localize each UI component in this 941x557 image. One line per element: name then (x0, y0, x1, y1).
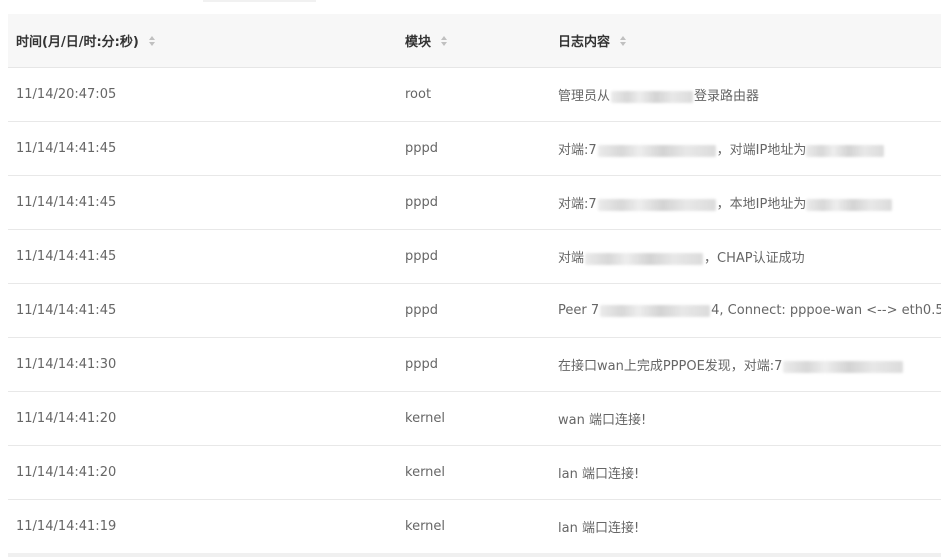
cell-time: 11/14/14:41:30 (8, 337, 397, 392)
content-text: ，本地IP地址为 (716, 197, 807, 212)
table-row: 11/14/14:41:30 pppd 在接口wan上完成PPPOE发现，对端:7 (8, 337, 941, 392)
redacted-address (783, 360, 904, 373)
table-row: 11/14/14:41:45 pppd 对端 ，CHAP认证成功 (8, 229, 941, 284)
table-header-row: 时间(月/日/时:分:秒) 模块 日志内容 (8, 14, 941, 68)
cell-module: pppd (397, 229, 550, 284)
content-text: 在接口wan上完成PPPOE发现，对端:7 (558, 359, 783, 374)
redacted-address (597, 144, 716, 157)
header-time[interactable]: 时间(月/日/时:分:秒) (8, 14, 397, 68)
cell-time: 11/14/14:41:20 (8, 445, 397, 500)
log-body: 11/14/20:47:05 root 管理员从 登录路由器 11/14/14:41:4… (8, 67, 941, 554)
cell-module: kernel (397, 499, 550, 554)
table-row: 11/14/14:41:20 kernel lan 端口连接! (8, 445, 941, 500)
table-row: 11/14/14:41:19 kernel lan 端口连接! (8, 499, 941, 554)
content-text: 对端 (558, 251, 585, 266)
cell-content: 对端 ，CHAP认证成功 (550, 229, 941, 284)
bottom-scroll-area (8, 553, 941, 557)
header-content-label: 日志内容 (558, 35, 611, 50)
content-text: ，对端IP地址为 (716, 143, 807, 158)
cell-time: 11/14/14:41:20 (8, 391, 397, 446)
header-module-label: 模块 (405, 35, 432, 50)
content-text: lan 端口连接! (558, 521, 640, 536)
header-content[interactable]: 日志内容 (550, 14, 941, 68)
redacted-address (600, 304, 711, 317)
cell-module: pppd (397, 337, 550, 392)
header-module[interactable]: 模块 (397, 14, 550, 68)
content-text: lan 端口连接! (558, 467, 640, 482)
cell-module: pppd (397, 175, 550, 230)
cell-time: 11/14/20:47:05 (8, 67, 397, 122)
redacted-address (806, 144, 885, 157)
cell-content: 对端:7 ，对端IP地址为 (550, 121, 941, 176)
cell-content: 对端:7 ，本地IP地址为 (550, 175, 941, 230)
content-text: 登录路由器 (694, 89, 760, 104)
cell-content: 管理员从 登录路由器 (550, 67, 941, 122)
redacted-address (611, 90, 694, 103)
table-row: 11/14/20:47:05 root 管理员从 登录路由器 (8, 67, 941, 122)
header-time-label: 时间(月/日/时:分:秒) (16, 35, 139, 50)
content-text: wan 端口连接! (558, 413, 647, 428)
cell-time: 11/14/14:41:45 (8, 229, 397, 284)
cell-module: pppd (397, 283, 550, 338)
cell-module: kernel (397, 445, 550, 500)
table-row: 11/14/14:41:45 pppd 对端:7 ，本地IP地址为 (8, 175, 941, 230)
top-tab-indicator (203, 0, 316, 2)
content-text: 管理员从 (558, 89, 611, 104)
content-text: 4, Connect: pppoe-wan <--> eth0.5. (711, 303, 941, 318)
table-row: 11/14/14:41:45 pppd 对端:7 ，对端IP地址为 (8, 121, 941, 176)
sort-icon[interactable] (148, 35, 155, 46)
cell-content: lan 端口连接! (550, 499, 941, 554)
cell-time: 11/14/14:41:19 (8, 499, 397, 554)
table-row: 11/14/14:41:45 pppd Peer 7 4, Connect: pppo… (8, 283, 941, 338)
cell-time: 11/14/14:41:45 (8, 283, 397, 338)
cell-module: kernel (397, 391, 550, 446)
sort-icon[interactable] (620, 35, 627, 46)
table-row: 11/14/14:41:20 kernel wan 端口连接! (8, 391, 941, 446)
cell-content: 在接口wan上完成PPPOE发现，对端:7 (550, 337, 941, 392)
redacted-address (597, 198, 716, 211)
redacted-address (585, 252, 704, 265)
cell-module: root (397, 67, 550, 122)
cell-content: wan 端口连接! (550, 391, 941, 446)
cell-module: pppd (397, 121, 550, 176)
cell-content: lan 端口连接! (550, 445, 941, 500)
content-text: Peer 7 (558, 303, 600, 318)
content-text: ，CHAP认证成功 (704, 251, 805, 266)
cell-time: 11/14/14:41:45 (8, 121, 397, 176)
redacted-address (806, 198, 893, 211)
content-text: 对端:7 (558, 143, 597, 158)
log-table: 时间(月/日/时:分:秒) 模块 日志内容 11/14/20:47:05 root… (8, 14, 941, 554)
content-text: 对端:7 (558, 197, 597, 212)
cell-content: Peer 7 4, Connect: pppoe-wan <--> eth0.5. (550, 283, 941, 338)
sort-icon[interactable] (441, 35, 448, 46)
cell-time: 11/14/14:41:45 (8, 175, 397, 230)
